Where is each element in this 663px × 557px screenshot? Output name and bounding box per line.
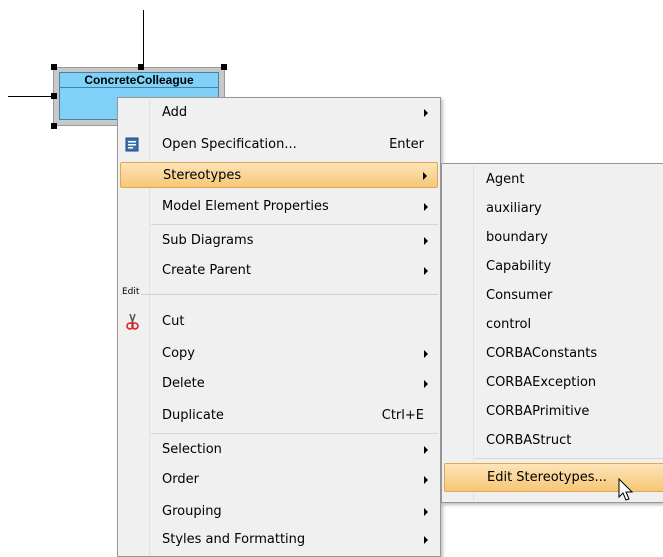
stereotypes-submenu: Agent auxiliary boundary Capability Cons… bbox=[441, 163, 663, 503]
menu-item-grouping[interactable]: Grouping bbox=[120, 499, 438, 525]
menu-item-label: Styles and Formatting bbox=[162, 532, 306, 547]
resize-handle[interactable] bbox=[51, 123, 57, 129]
menu-separator bbox=[475, 458, 663, 459]
stereotype-item-boundary[interactable]: boundary bbox=[444, 224, 663, 253]
stereotype-label: Consumer bbox=[486, 288, 553, 303]
submenu-arrow-icon bbox=[424, 267, 428, 275]
submenu-arrow-icon bbox=[424, 380, 428, 388]
menu-item-label: Order bbox=[162, 472, 199, 487]
menu-item-label: Stereotypes bbox=[163, 168, 242, 183]
resize-handle[interactable] bbox=[221, 64, 227, 70]
stereotype-item-corba-constants[interactable]: CORBAConstants bbox=[444, 340, 663, 369]
menu-item-label: Delete bbox=[162, 376, 205, 391]
submenu-arrow-icon bbox=[424, 508, 428, 516]
menu-separator bbox=[151, 433, 438, 434]
menu-item-cut[interactable]: Cut bbox=[120, 309, 438, 335]
menu-item-selection[interactable]: Selection bbox=[120, 437, 438, 463]
stereotype-item-capability[interactable]: Capability bbox=[444, 253, 663, 282]
menu-item-order[interactable]: Order bbox=[120, 467, 438, 493]
menu-item-delete[interactable]: Delete bbox=[120, 371, 438, 397]
context-menu: Add Open Specification... Enter Stereoty… bbox=[117, 97, 441, 557]
stereotype-label: Edit Stereotypes... bbox=[487, 470, 607, 485]
resize-handle[interactable] bbox=[51, 93, 57, 99]
stereotype-label: control bbox=[486, 317, 532, 332]
submenu-arrow-icon bbox=[424, 350, 428, 358]
stereotype-label: CORBAStruct bbox=[486, 433, 572, 448]
stereotype-item-auxiliary[interactable]: auxiliary bbox=[444, 195, 663, 224]
resize-handle[interactable] bbox=[138, 64, 144, 70]
menu-item-create-parent[interactable]: Create Parent bbox=[120, 258, 438, 284]
menu-item-label: Add bbox=[162, 105, 188, 120]
stereotype-label: auxiliary bbox=[486, 201, 542, 216]
menu-separator bbox=[151, 224, 438, 225]
menu-item-label: Cut bbox=[162, 314, 185, 329]
menu-item-label: Duplicate bbox=[162, 408, 224, 423]
stereotype-label: Agent bbox=[486, 172, 525, 187]
menu-item-stereotypes[interactable]: Stereotypes bbox=[120, 162, 438, 188]
menu-item-duplicate[interactable]: Duplicate Ctrl+E bbox=[120, 403, 438, 429]
menu-item-sub-diagrams[interactable]: Sub Diagrams bbox=[120, 228, 438, 254]
menu-item-model-element-properties[interactable]: Model Element Properties bbox=[120, 194, 438, 220]
menu-item-label: Sub Diagrams bbox=[162, 233, 254, 248]
submenu-arrow-icon bbox=[424, 237, 428, 245]
group-label-edit: Edit bbox=[122, 287, 142, 297]
stereotype-label: Capability bbox=[486, 259, 552, 274]
stereotype-item-consumer[interactable]: Consumer bbox=[444, 282, 663, 311]
submenu-arrow-icon bbox=[424, 446, 428, 454]
stereotype-item-corba-exception[interactable]: CORBAException bbox=[444, 369, 663, 398]
stereotype-item-corba-struct[interactable]: CORBAStruct bbox=[444, 427, 663, 456]
stereotype-item-corba-primitive[interactable]: CORBAPrimitive bbox=[444, 398, 663, 427]
menu-item-label: Selection bbox=[162, 442, 222, 457]
menu-item-styles-and-formatting[interactable]: Styles and Formatting bbox=[120, 527, 438, 553]
menu-item-label: Create Parent bbox=[162, 263, 251, 278]
submenu-arrow-icon bbox=[424, 203, 428, 211]
stereotype-label: CORBAException bbox=[486, 375, 597, 390]
specification-icon bbox=[124, 136, 142, 154]
stereotype-item-agent[interactable]: Agent bbox=[444, 166, 663, 195]
menu-item-shortcut: Ctrl+E bbox=[381, 408, 424, 423]
menu-item-label: Copy bbox=[162, 346, 195, 361]
stereotype-label: CORBAConstants bbox=[486, 346, 598, 361]
stereotype-label: boundary bbox=[486, 230, 548, 245]
stereotype-item-control[interactable]: control bbox=[444, 311, 663, 340]
association-line-top bbox=[143, 10, 144, 70]
resize-handle[interactable] bbox=[51, 64, 57, 70]
menu-item-label: Grouping bbox=[162, 504, 222, 519]
stereotype-label: CORBAPrimitive bbox=[486, 404, 590, 419]
menu-item-add[interactable]: Add bbox=[120, 100, 438, 126]
group-separator bbox=[120, 294, 438, 295]
class-name: ConcreteColleague bbox=[59, 72, 219, 88]
submenu-arrow-icon bbox=[423, 172, 427, 180]
scissors-icon bbox=[124, 313, 142, 331]
menu-item-label: Model Element Properties bbox=[162, 199, 329, 214]
menu-item-open-specification[interactable]: Open Specification... Enter bbox=[120, 132, 438, 158]
mouse-cursor-icon bbox=[618, 477, 638, 504]
submenu-arrow-icon bbox=[424, 476, 428, 484]
menu-item-copy[interactable]: Copy bbox=[120, 341, 438, 367]
menu-item-label: Open Specification... bbox=[162, 137, 297, 152]
submenu-arrow-icon bbox=[424, 109, 428, 117]
menu-item-shortcut: Enter bbox=[389, 137, 424, 152]
